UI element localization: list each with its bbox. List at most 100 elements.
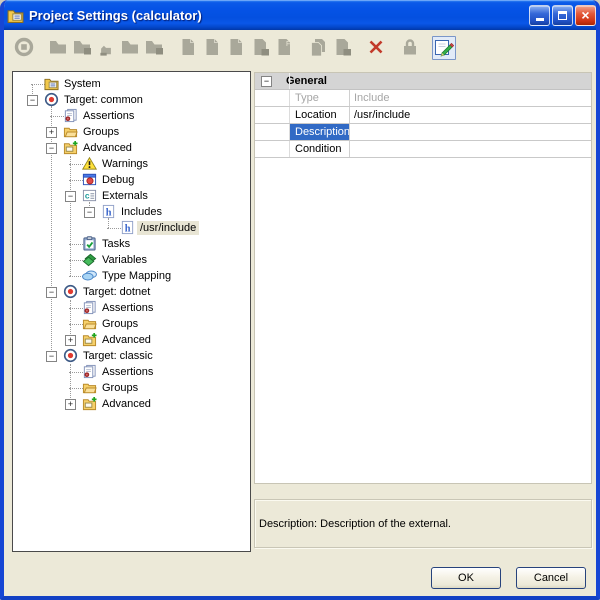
assertions-icon: [82, 300, 98, 316]
tree-item-groups[interactable]: +Groups: [13, 124, 250, 140]
property-value[interactable]: [350, 141, 591, 157]
tree-item-label: Assertions: [99, 301, 156, 315]
tree-item-target-dotnet[interactable]: −Target: dotnet: [13, 284, 250, 300]
gray-doc-icon: [178, 37, 198, 60]
collapse-icon[interactable]: −: [65, 191, 76, 202]
tree-item-system[interactable]: System: [13, 76, 250, 92]
assertions-icon: [63, 108, 79, 124]
tree-item-externals[interactable]: −cExternals: [13, 188, 250, 204]
gray-lock-icon: [400, 37, 420, 60]
tree-item-debug[interactable]: Debug: [13, 172, 250, 188]
tree-item-label: /usr/include: [137, 221, 199, 235]
variables-icon: [82, 252, 98, 268]
settings-tree[interactable]: System−Target: commonAssertions+Groups−A…: [12, 71, 251, 552]
edit-button[interactable]: [432, 36, 456, 60]
svg-text:h: h: [106, 207, 112, 218]
advanced-icon: [82, 396, 98, 412]
tree-item-label: Assertions: [99, 365, 156, 379]
property-row-description[interactable]: Description: [255, 124, 591, 141]
advanced-icon: [82, 332, 98, 348]
toolbar-button-15: [398, 36, 422, 60]
collapse-icon[interactable]: −: [46, 351, 57, 362]
tree-item-label: Groups: [99, 317, 141, 331]
collapse-icon[interactable]: −: [84, 207, 95, 218]
expand-icon[interactable]: +: [65, 399, 76, 410]
toolbar-button-4: [94, 36, 118, 60]
property-value[interactable]: [350, 124, 591, 140]
row-gutter: [255, 124, 290, 140]
property-value[interactable]: Include: [350, 90, 591, 106]
gray-docs-icon: [308, 37, 328, 60]
row-gutter: [255, 141, 290, 157]
toolbar-button-10: [248, 36, 272, 60]
maximize-icon: [558, 11, 567, 20]
tree-item-label: Debug: [99, 173, 137, 187]
property-row-type[interactable]: TypeInclude: [255, 90, 591, 107]
tree-item-target-common[interactable]: −Target: common: [13, 92, 250, 108]
help-panel: Description: Description of the external…: [254, 499, 592, 548]
property-name: Condition: [290, 141, 350, 157]
warnings-icon: [82, 156, 98, 172]
minimize-button[interactable]: [529, 5, 550, 26]
tree-item-advanced[interactable]: +Advanced: [13, 332, 250, 348]
tree-connector: [50, 116, 64, 117]
collapse-icon[interactable]: −: [46, 143, 57, 154]
property-name: Location: [290, 107, 350, 123]
tree-connector: [31, 84, 45, 85]
window-controls: ×: [529, 5, 596, 26]
tree-item-variables[interactable]: Variables: [13, 252, 250, 268]
tree-item-type-mapping[interactable]: Type Mapping: [13, 268, 250, 284]
gray-folder-badge-icon: [72, 37, 92, 60]
tree-connector: [69, 324, 83, 325]
tasks-icon: [82, 236, 98, 252]
tree-item-assertions[interactable]: Assertions: [13, 108, 250, 124]
target-icon: [63, 284, 79, 300]
tree-item-advanced[interactable]: −Advanced: [13, 140, 250, 156]
titlebar[interactable]: Project Settings (calculator) ×: [0, 0, 600, 30]
tree-item-tasks[interactable]: Tasks: [13, 236, 250, 252]
tree-connector: [69, 308, 83, 309]
collapse-icon[interactable]: −: [261, 76, 272, 87]
project-settings-icon: [7, 7, 24, 23]
gray-folder-icon: [48, 37, 68, 60]
add-target-button: [12, 36, 36, 60]
include-icon: h: [101, 204, 117, 220]
tree-item-groups[interactable]: Groups: [13, 316, 250, 332]
tree-item-label: Groups: [99, 381, 141, 395]
maximize-button[interactable]: [552, 5, 573, 26]
tree-item-usr-include[interactable]: h/usr/include: [13, 220, 250, 236]
tree-item-groups[interactable]: Groups: [13, 380, 250, 396]
tree-item-assertions[interactable]: Assertions: [13, 300, 250, 316]
toolbar-button-11: F: [272, 36, 296, 60]
delete-button[interactable]: [364, 36, 388, 60]
tree-item-assertions[interactable]: Assertions: [13, 364, 250, 380]
expand-icon[interactable]: +: [46, 127, 57, 138]
tree-item-label: Warnings: [99, 157, 151, 171]
svg-text:c: c: [85, 190, 90, 200]
expand-icon[interactable]: +: [65, 335, 76, 346]
collapse-icon[interactable]: −: [27, 95, 38, 106]
debug-icon: [82, 172, 98, 188]
gray-doc-badge-icon: [332, 37, 352, 60]
ok-button[interactable]: OK: [431, 567, 501, 589]
tree-item-target-classic[interactable]: −Target: classic: [13, 348, 250, 364]
include-icon: h: [120, 220, 136, 236]
collapse-icon[interactable]: −: [46, 287, 57, 298]
property-rows: TypeIncludeLocation/usr/includeDescripti…: [255, 90, 591, 158]
close-button[interactable]: ×: [575, 5, 596, 26]
tree-item-advanced[interactable]: +Advanced: [13, 396, 250, 412]
property-row-condition[interactable]: Condition: [255, 141, 591, 158]
tree-connector: [69, 276, 83, 277]
tree-item-warnings[interactable]: Warnings: [13, 156, 250, 172]
system-icon: [44, 76, 60, 92]
property-row-location[interactable]: Location/usr/include: [255, 107, 591, 124]
property-group-header[interactable]: − General: [255, 73, 591, 90]
tree-item-label: Tasks: [99, 237, 133, 251]
toolbar-button-2: [46, 36, 70, 60]
cancel-button[interactable]: Cancel: [516, 567, 586, 589]
groups-icon: [63, 124, 79, 140]
delete-icon: [366, 37, 386, 60]
tree-item-includes[interactable]: −hIncludes: [13, 204, 250, 220]
property-value[interactable]: /usr/include: [350, 107, 591, 123]
tree-item-label: Variables: [99, 253, 150, 267]
